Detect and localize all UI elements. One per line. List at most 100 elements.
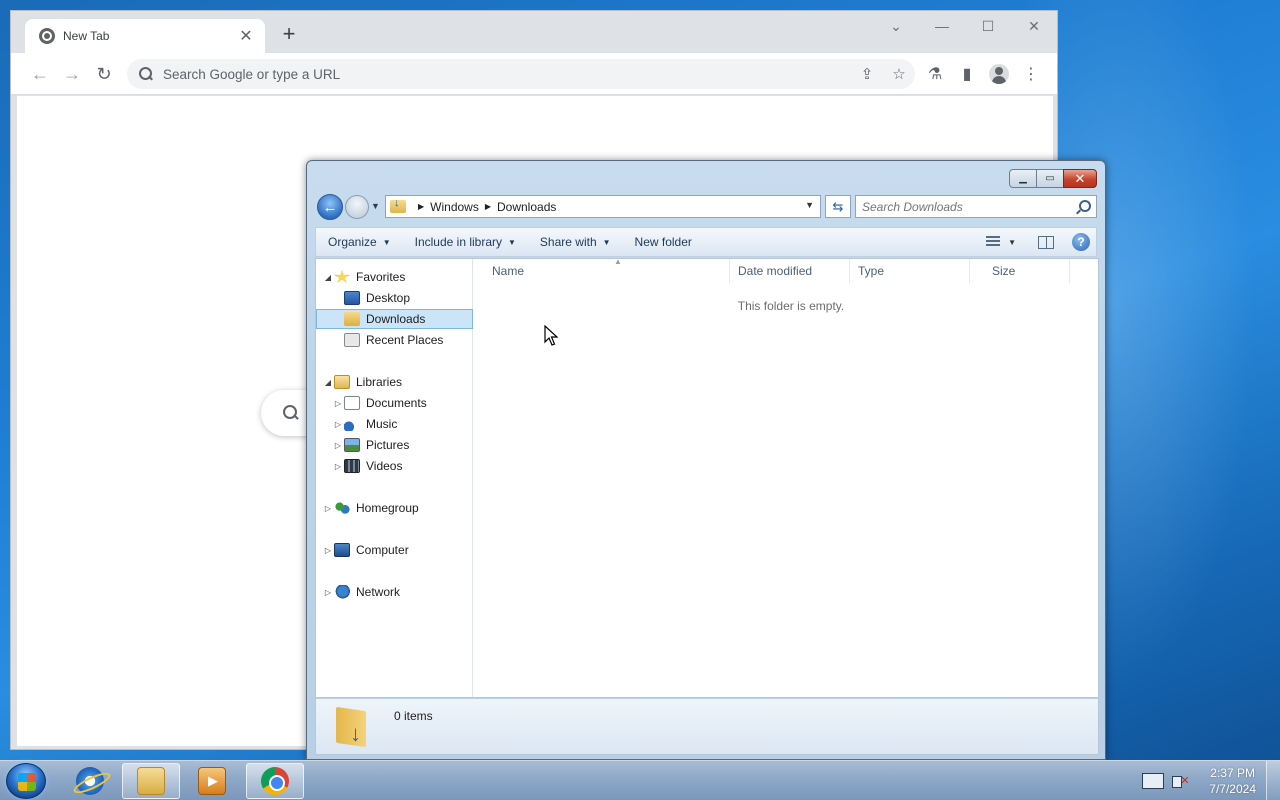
close-button[interactable]: ✕: [1063, 169, 1097, 188]
include-in-library-button[interactable]: Include in library ▼: [403, 228, 528, 256]
videos-icon: [344, 459, 360, 473]
nav-label: Videos: [366, 459, 403, 473]
expand-arrow-icon[interactable]: ▷: [322, 504, 334, 513]
nav-label: Desktop: [366, 291, 411, 305]
nav-label: Network: [356, 585, 401, 599]
expand-arrow-icon[interactable]: ▷: [332, 462, 344, 471]
profile-avatar-icon: [989, 64, 1009, 84]
breadcrumb-separator-icon[interactable]: ▶: [485, 202, 491, 211]
organize-button[interactable]: Organize ▼: [316, 228, 403, 256]
bookmark-star-icon[interactable]: ☆: [883, 65, 915, 83]
minimize-button[interactable]: —: [919, 11, 965, 41]
tab-title: New Tab: [63, 29, 110, 43]
details-pane: ↓ 0 items: [315, 699, 1099, 755]
nav-desktop[interactable]: Desktop: [344, 288, 410, 308]
collapse-arrow-icon[interactable]: ◢: [322, 273, 334, 282]
search-box[interactable]: [855, 195, 1097, 218]
share-with-button[interactable]: Share with ▼: [528, 228, 623, 256]
breadcrumb-separator-icon[interactable]: ▶: [418, 202, 424, 211]
organize-label: Organize: [328, 235, 377, 249]
downloads-folder-large-icon: ↓: [336, 705, 370, 748]
nav-pictures[interactable]: ▷ Pictures: [332, 435, 409, 455]
nav-downloads[interactable]: Downloads: [316, 309, 473, 329]
forward-button[interactable]: [345, 195, 369, 219]
refresh-button[interactable]: ⇆: [825, 195, 851, 218]
explorer-body: ◢ Favorites Desktop Downloads Recent Pla…: [315, 257, 1099, 698]
file-list[interactable]: Name ▲ Date modified Type Size This fold…: [474, 257, 1098, 697]
breadcrumb-windows[interactable]: Windows: [430, 200, 479, 214]
expand-arrow-icon[interactable]: ▷: [322, 546, 334, 555]
collapse-arrow-icon[interactable]: ◢: [322, 378, 334, 387]
action-center-flag-icon[interactable]: [1142, 773, 1165, 789]
maximize-button[interactable]: ☐: [965, 11, 1011, 41]
share-with-label: Share with: [539, 235, 597, 249]
chrome-favicon-icon: [39, 28, 55, 44]
expand-arrow-icon[interactable]: ▷: [332, 399, 344, 408]
expand-arrow-icon[interactable]: ▷: [332, 441, 344, 450]
column-header-type[interactable]: Type: [850, 259, 970, 283]
breadcrumb-downloads[interactable]: Downloads: [497, 200, 556, 214]
views-dropdown-icon[interactable]: ▼: [1008, 238, 1016, 247]
minimize-button[interactable]: ▁: [1009, 169, 1037, 188]
share-icon[interactable]: ⇪: [851, 65, 883, 83]
close-button[interactable]: ✕: [1011, 11, 1057, 41]
forward-button[interactable]: →: [57, 53, 87, 95]
show-desktop-button[interactable]: [1266, 761, 1280, 800]
reload-button[interactable]: ↻: [89, 53, 119, 95]
menu-icon[interactable]: ⋮: [1015, 53, 1047, 95]
back-button[interactable]: ←: [25, 53, 55, 95]
back-button[interactable]: ←: [317, 194, 343, 220]
preview-pane-icon[interactable]: [1038, 235, 1054, 249]
column-header-date-modified[interactable]: Date modified: [730, 259, 850, 283]
expand-arrow-icon[interactable]: ▷: [332, 420, 344, 429]
nav-favorites[interactable]: ◢ Favorites: [322, 267, 405, 287]
nav-music[interactable]: ▷ Music: [332, 414, 397, 434]
tab-strip: New Tab ✕ + ⌄ — ☐ ✕: [11, 11, 1057, 53]
volume-muted-icon[interactable]: [1170, 773, 1192, 789]
new-folder-button[interactable]: New folder: [623, 228, 704, 256]
address-bar[interactable]: ▶ Windows ▶ Downloads ▼: [385, 195, 821, 218]
nav-label: Music: [366, 417, 398, 431]
nav-recent-places[interactable]: Recent Places: [344, 330, 443, 350]
nav-homegroup[interactable]: ▷ Homegroup: [322, 498, 419, 518]
include-in-library-label: Include in library: [414, 235, 502, 249]
taskbar-windows-explorer[interactable]: [122, 763, 180, 799]
help-icon[interactable]: ?: [1072, 233, 1090, 251]
profile-button[interactable]: [983, 53, 1015, 95]
column-header-size[interactable]: Size: [970, 259, 1070, 283]
omnibox[interactable]: Search Google or type a URL ⇪ ☆: [127, 59, 915, 89]
nav-videos[interactable]: ▷ Videos: [332, 456, 402, 476]
change-view-icon[interactable]: [986, 236, 1002, 248]
sort-ascending-icon: ▲: [614, 257, 622, 266]
homegroup-icon: [334, 501, 350, 515]
tab-close-icon[interactable]: ✕: [237, 26, 255, 46]
address-dropdown-icon[interactable]: ▼: [805, 200, 814, 210]
tab-search-icon[interactable]: ⌄: [873, 11, 919, 41]
extension-icon[interactable]: ⚗: [919, 53, 951, 95]
taskbar: 2:37 PM 7/7/2024: [0, 760, 1280, 800]
expand-arrow-icon[interactable]: ▷: [322, 588, 334, 597]
taskbar-google-chrome[interactable]: [246, 763, 304, 799]
column-header-name[interactable]: Name: [474, 259, 730, 283]
search-input[interactable]: [862, 199, 1076, 214]
computer-icon: [334, 543, 350, 557]
maximize-button[interactable]: ▭: [1036, 169, 1064, 188]
nav-computer[interactable]: ▷ Computer: [322, 540, 409, 560]
downloads-folder-icon: [344, 312, 360, 326]
nav-documents[interactable]: ▷ Documents: [332, 393, 427, 413]
new-tab-button[interactable]: +: [277, 23, 301, 47]
clock[interactable]: 2:37 PM 7/7/2024: [1209, 765, 1256, 797]
side-panel-icon[interactable]: ▮: [951, 53, 983, 95]
nav-libraries[interactable]: ◢ Libraries: [322, 372, 402, 392]
search-icon: [1076, 199, 1091, 214]
recent-pages-dropdown-icon[interactable]: ▼: [371, 201, 380, 211]
nav-label: Downloads: [366, 312, 426, 326]
pictures-icon: [344, 438, 360, 452]
music-icon: [344, 417, 360, 431]
nav-label: Libraries: [356, 375, 403, 389]
taskbar-media-player[interactable]: [183, 763, 241, 799]
start-button[interactable]: [6, 763, 46, 799]
tab-new-tab[interactable]: New Tab ✕: [25, 19, 265, 53]
taskbar-internet-explorer[interactable]: [61, 763, 119, 799]
nav-network[interactable]: ▷ Network: [322, 582, 400, 602]
